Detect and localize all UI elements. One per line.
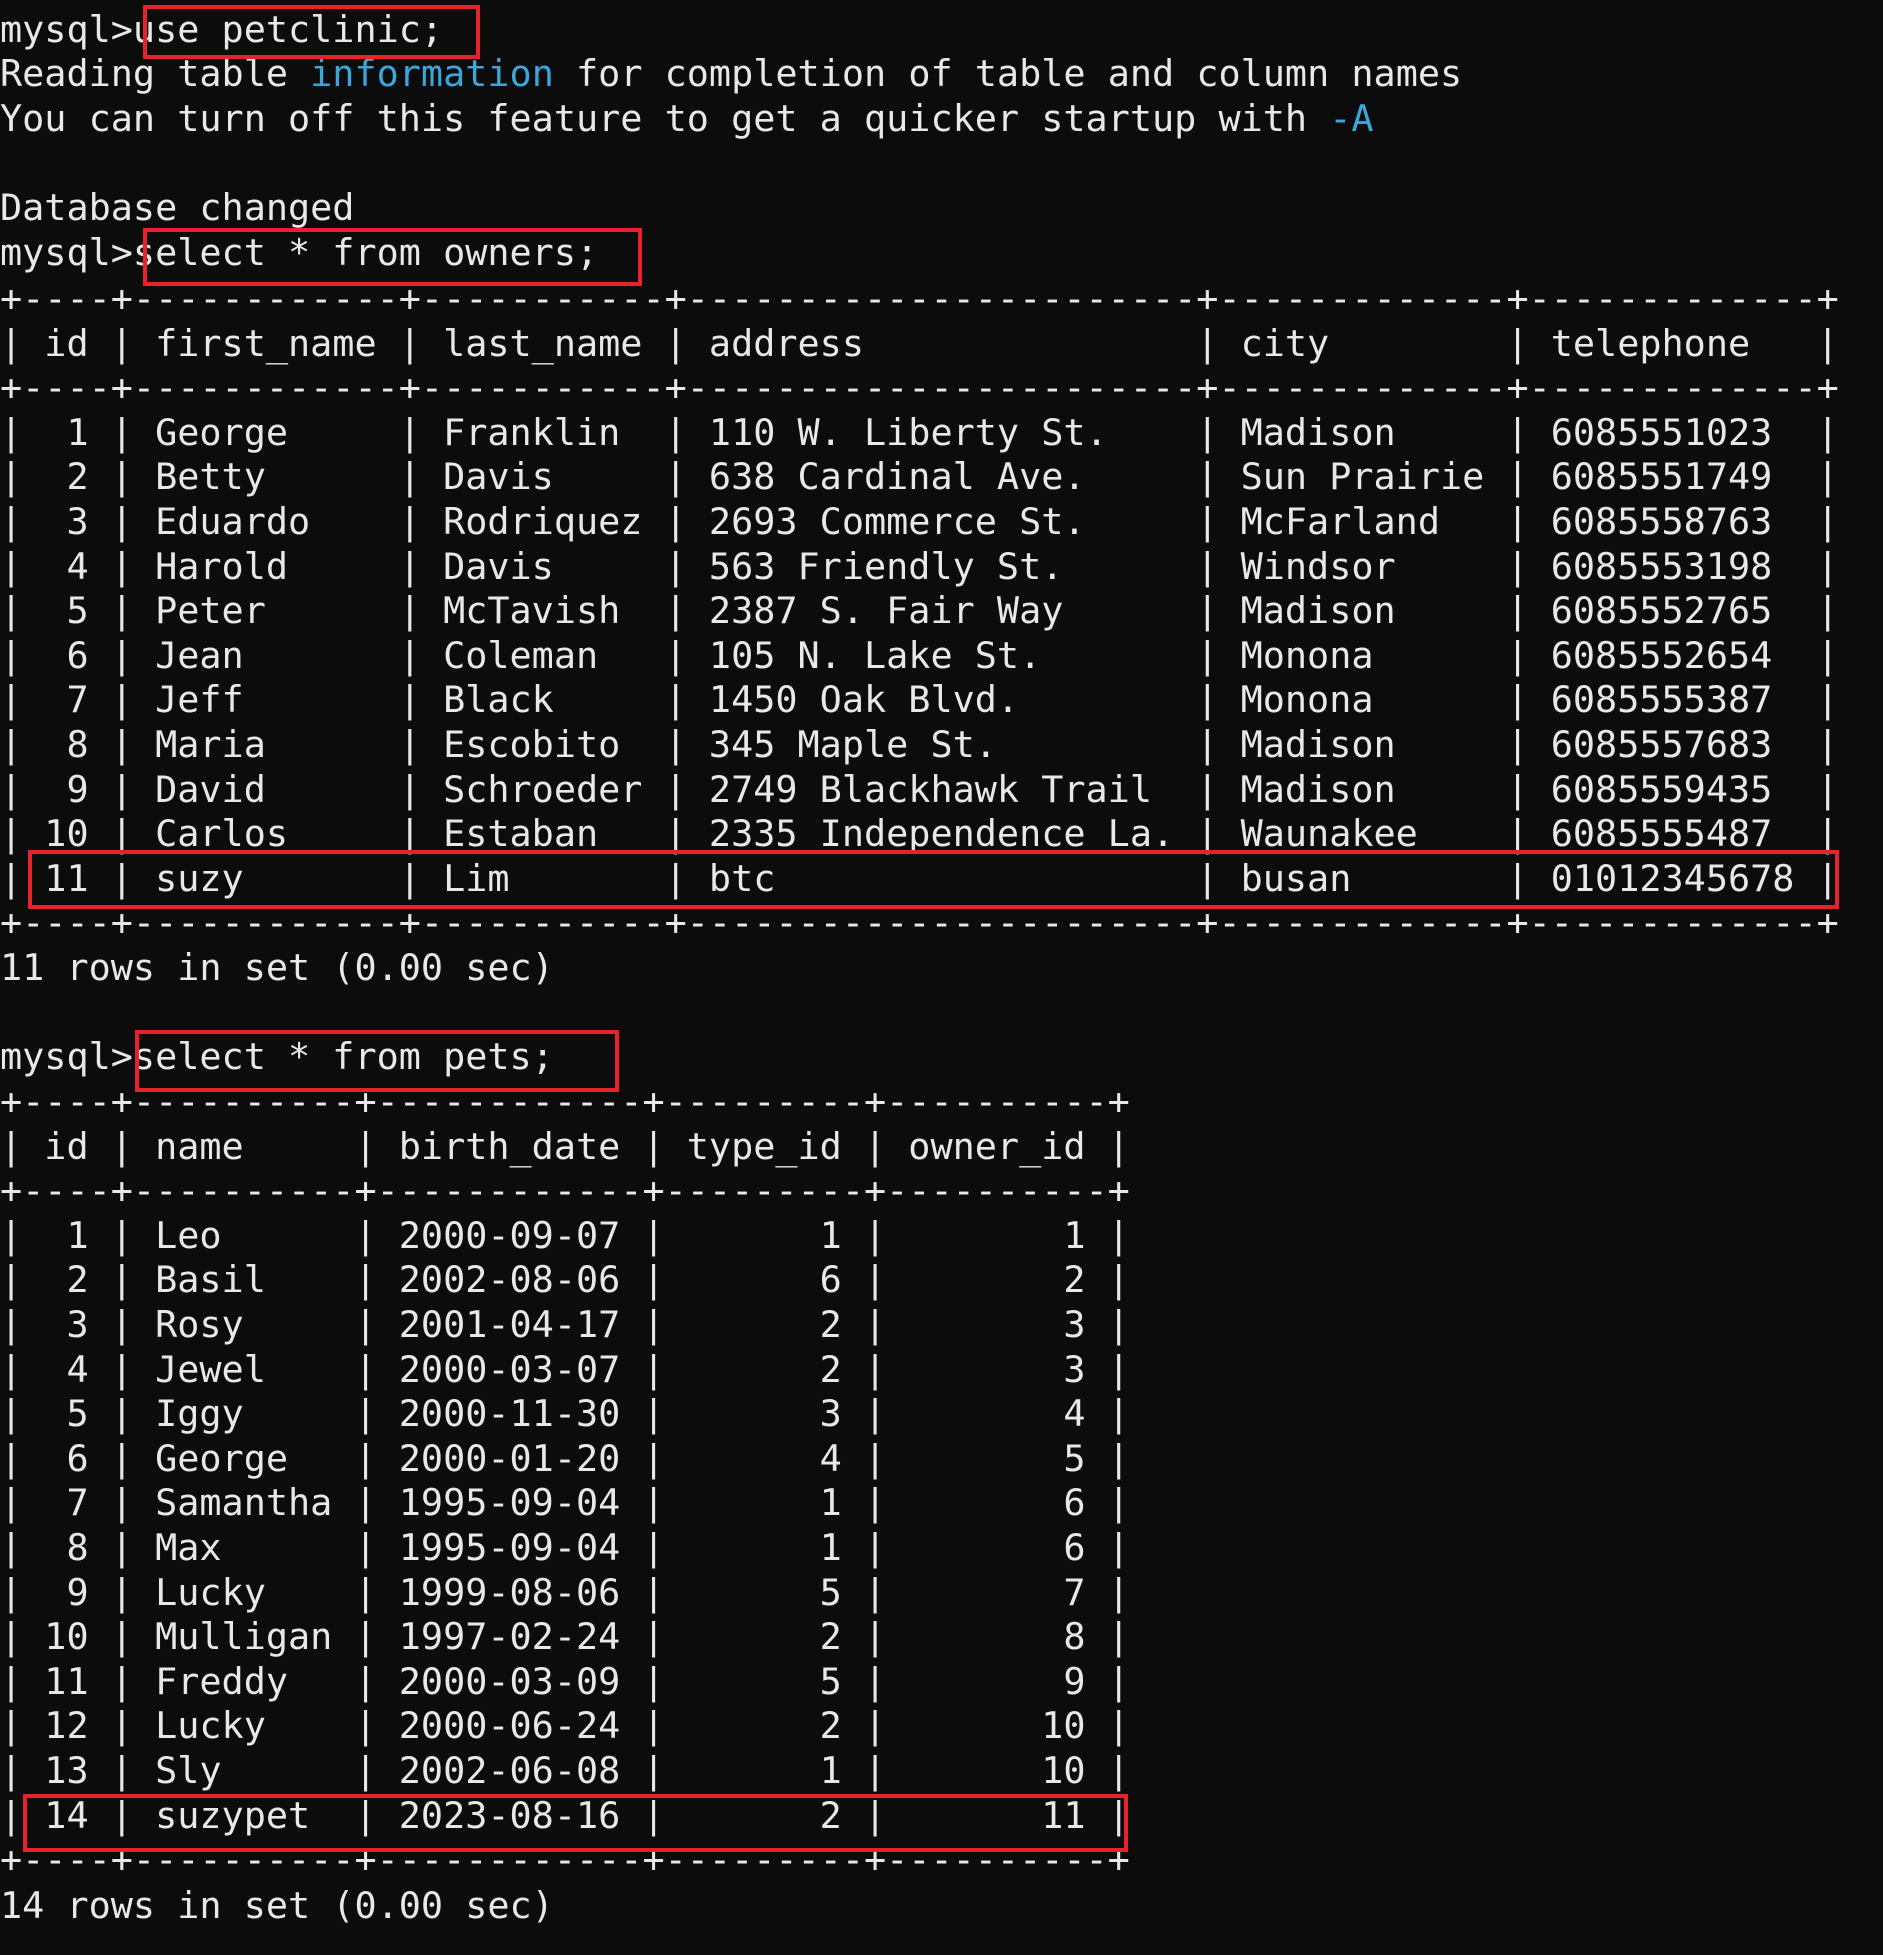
pets-data-row: | 4 | Jewel | 2000-03-07 | 2 | 3 | (0, 1347, 1130, 1391)
pets-data-row: | 12 | Lucky | 2000-06-24 | 2 | 10 | (0, 1704, 1130, 1748)
prompt-line-pets: mysql>select * from pets; (0, 1035, 554, 1080)
owners-data-row: | 10 | Carlos | Estaban | 2335 Independe… (0, 812, 1839, 856)
pets-data-row: | 5 | Iggy | 2000-11-30 | 3 | 4 | (0, 1392, 1130, 1436)
terminal-window[interactable]: mysql>use petclinic; Reading table infor… (0, 0, 1883, 1955)
pets-data-row: | 13 | Sly | 2002-06-08 | 1 | 10 | (0, 1749, 1130, 1792)
pets-data-row: | 2 | Basil | 2002-08-06 | 6 | 2 | (0, 1258, 1130, 1302)
message-keyword: information (310, 52, 554, 95)
owners-border-line: +----+------------+-----------+---------… (0, 901, 1839, 945)
owners-data-row: | 5 | Peter | McTavish | 2387 S. Fair Wa… (0, 589, 1839, 633)
owners-data-row: | 8 | Maria | Escobito | 345 Maple St. |… (0, 723, 1839, 766)
prompt-line-use: mysql>use petclinic; (0, 8, 443, 53)
command-use-petclinic: use petclinic; (132, 8, 444, 51)
owners-data-row: | 4 | Harold | Davis | 563 Friendly St. … (0, 544, 1839, 588)
mysql-prompt: mysql> (0, 231, 133, 274)
message-text: for completion of table and column names (553, 52, 1463, 95)
pets-data-row: | 7 | Samantha | 1995-09-04 | 1 | 6 | (0, 1481, 1130, 1525)
pets-data-row: | 3 | Rosy | 2001-04-17 | 2 | 3 | (0, 1303, 1130, 1346)
reading-table-message: Reading table information for completion… (0, 52, 1462, 97)
database-changed-message: Database changed (0, 186, 355, 229)
owners-header-row: | id | first_name | last_name | address … (0, 321, 1839, 365)
owners-data-row: | 11 | suzy | Lim | btc | busan | 010123… (0, 856, 1839, 900)
owners-data-row: | 2 | Betty | Davis | 638 Cardinal Ave. … (0, 455, 1839, 499)
command-select-pets: select * from pets; (132, 1035, 554, 1078)
owners-border-line: +----+------------+-----------+---------… (0, 366, 1839, 410)
owners-data-row: | 7 | Jeff | Black | 1450 Oak Blvd. | Mo… (0, 678, 1839, 722)
owners-data-row: | 9 | David | Schroeder | 2749 Blackhawk… (0, 767, 1839, 811)
pets-border-line: +----+----------+------------+---------+… (0, 1080, 1130, 1123)
message-text: Reading table (0, 52, 311, 95)
pets-data-row: | 10 | Mulligan | 1997-02-24 | 2 | 8 | (0, 1615, 1130, 1659)
pets-row-count: 14 rows in set (0.00 sec) (0, 1884, 554, 1927)
command-select-owners: select * from owners; (132, 231, 599, 274)
pets-border-line: +----+----------+------------+---------+… (0, 1169, 1130, 1213)
pets-data-row: | 1 | Leo | 2000-09-07 | 1 | 1 | (0, 1213, 1130, 1257)
pets-data-row: | 8 | Max | 1995-09-04 | 1 | 6 | (0, 1526, 1130, 1569)
message-text: You can turn off this feature to get a q… (0, 97, 1330, 140)
pets-data-row: | 14 | suzypet | 2023-08-16 | 2 | 11 | (0, 1793, 1130, 1837)
pets-header-row: | id | name | birth_date | type_id | own… (0, 1124, 1130, 1168)
owners-row-count: 11 rows in set (0.00 sec) (0, 946, 554, 989)
owners-data-row: | 1 | George | Franklin | 110 W. Liberty… (0, 410, 1839, 454)
mysql-prompt: mysql> (0, 8, 133, 51)
pets-data-row: | 6 | George | 2000-01-20 | 4 | 5 | (0, 1436, 1130, 1480)
owners-border-line: +----+------------+-----------+---------… (0, 277, 1839, 320)
message-flag: -A (1329, 97, 1374, 140)
mysql-prompt: mysql> (0, 1035, 133, 1078)
owners-data-row: | 3 | Eduardo | Rodriquez | 2693 Commerc… (0, 500, 1839, 543)
pets-border-line: +----+----------+------------+---------+… (0, 1838, 1130, 1882)
turn-off-message: You can turn off this feature to get a q… (0, 97, 1374, 142)
pets-data-row: | 9 | Lucky | 1999-08-06 | 5 | 7 | (0, 1570, 1130, 1614)
pets-data-row: | 11 | Freddy | 2000-03-09 | 5 | 9 | (0, 1659, 1130, 1703)
prompt-line-owners: mysql>select * from owners; (0, 231, 598, 276)
owners-data-row: | 6 | Jean | Coleman | 105 N. Lake St. |… (0, 633, 1839, 677)
